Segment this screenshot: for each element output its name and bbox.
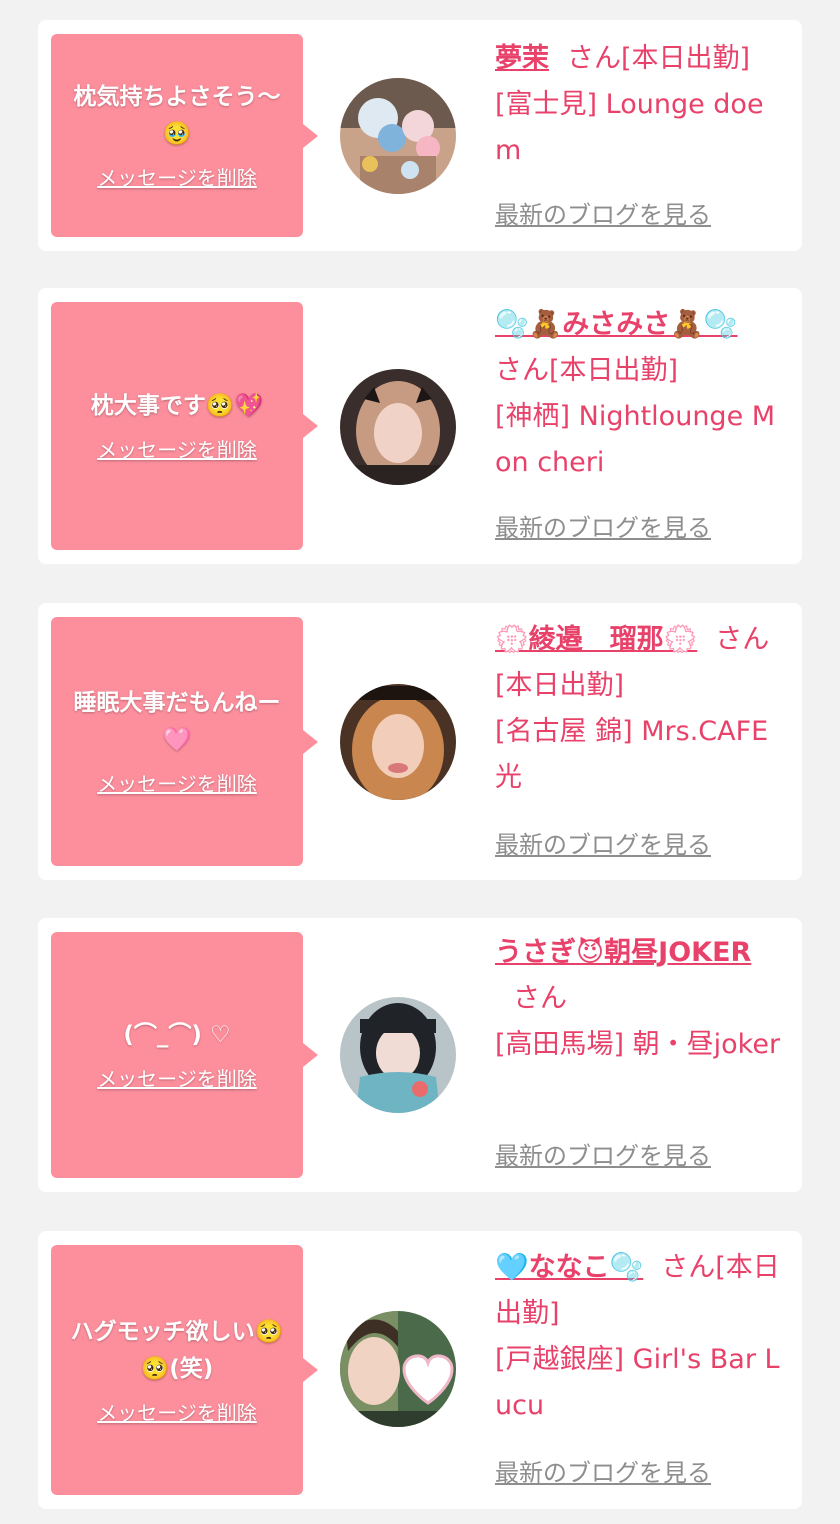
avatar[interactable] bbox=[340, 78, 456, 194]
avatar[interactable] bbox=[340, 369, 456, 485]
delete-message-link[interactable]: メッセージを削除 bbox=[97, 164, 257, 192]
cast-info: 💮綾邉 瑠那💮 さん[本日出勤] [名古屋 錦] Mrs.CAFE 光 bbox=[495, 617, 783, 801]
message-bubble: ハグモッチ欲しい🥺🥺(笑) メッセージを削除 bbox=[51, 1245, 318, 1495]
delete-message-link[interactable]: メッセージを削除 bbox=[97, 436, 257, 464]
latest-blog-link[interactable]: 最新のブログを見る bbox=[495, 199, 711, 231]
shop-name: [神栖] Nightlounge Mon cheri bbox=[495, 401, 776, 478]
message-bubble: (⌒_⌒) ♡ メッセージを削除 bbox=[51, 932, 318, 1178]
cast-name-link[interactable]: うさぎ😈朝昼JOKER bbox=[495, 937, 751, 968]
message-text: 枕気持ちよさそう〜🥹 bbox=[73, 84, 281, 147]
message-list: 枕気持ちよさそう〜🥹 メッセージを削除 夢茉 さん[本日出勤] [富士見] Lou… bbox=[0, 0, 840, 1524]
cast-info: 🩵ななこ🫧 さん[本日出勤] [戸越銀座] Girl's Bar Lucu bbox=[495, 1245, 783, 1429]
shop-name: [高田馬場] 朝・昼joker bbox=[495, 1029, 781, 1060]
message-text: 枕大事です🥺💖 bbox=[90, 393, 264, 419]
delete-message-link[interactable]: メッセージを削除 bbox=[97, 1399, 257, 1427]
cast-info: 🫧🧸みさみさ🧸🫧 さん[本日出勤] [神栖] Nightlounge Mon c… bbox=[495, 302, 783, 486]
delete-message-link[interactable]: メッセージを削除 bbox=[97, 1065, 257, 1093]
latest-blog-link[interactable]: 最新のブログを見る bbox=[495, 512, 711, 544]
latest-blog-link[interactable]: 最新のブログを見る bbox=[495, 1140, 711, 1172]
latest-blog-link[interactable]: 最新のブログを見る bbox=[495, 829, 711, 861]
message-card: (⌒_⌒) ♡ メッセージを削除 うさぎ😈朝昼JOKER さん [高田馬場] 朝・… bbox=[38, 918, 802, 1192]
cast-name-link[interactable]: 💮綾邉 瑠那💮 bbox=[495, 624, 697, 655]
message-text: 睡眠大事だもんねー🩷 bbox=[73, 690, 281, 753]
avatar[interactable] bbox=[340, 997, 456, 1113]
message-card: 枕大事です🥺💖 メッセージを削除 🫧🧸みさみさ🧸🫧 さん[本日出勤] [神栖] … bbox=[38, 288, 802, 564]
message-bubble: 枕気持ちよさそう〜🥹 メッセージを削除 bbox=[51, 34, 318, 237]
cast-status: さん bbox=[513, 983, 567, 1014]
shop-name: [富士見] Lounge doem bbox=[495, 89, 764, 166]
message-bubble: 睡眠大事だもんねー🩷 メッセージを削除 bbox=[51, 617, 318, 866]
avatar[interactable] bbox=[340, 1311, 456, 1427]
cast-name-link[interactable]: 夢茉 bbox=[495, 43, 549, 74]
latest-blog-link[interactable]: 最新のブログを見る bbox=[495, 1457, 711, 1489]
message-card: ハグモッチ欲しい🥺🥺(笑) メッセージを削除 🩵ななこ🫧 さん[本日出勤] [戸越… bbox=[38, 1231, 802, 1509]
message-card: 枕気持ちよさそう〜🥹 メッセージを削除 夢茉 さん[本日出勤] [富士見] Lou… bbox=[38, 20, 802, 251]
cast-name-link[interactable]: 🩵ななこ🫧 bbox=[495, 1252, 643, 1283]
message-text: (⌒_⌒) ♡ bbox=[123, 1022, 231, 1048]
shop-name: [名古屋 錦] Mrs.CAFE 光 bbox=[495, 716, 769, 793]
avatar[interactable] bbox=[340, 684, 456, 800]
message-bubble: 枕大事です🥺💖 メッセージを削除 bbox=[51, 302, 318, 550]
message-card: 睡眠大事だもんねー🩷 メッセージを削除 💮綾邉 瑠那💮 さん[本日出勤] [名古屋… bbox=[38, 603, 802, 880]
shop-name: [戸越銀座] Girl's Bar Lucu bbox=[495, 1344, 780, 1421]
cast-info: 夢茉 さん[本日出勤] [富士見] Lounge doem bbox=[495, 36, 783, 174]
message-text: ハグモッチ欲しい🥺🥺(笑) bbox=[70, 1318, 284, 1382]
cast-status: さん[本日出勤] bbox=[495, 355, 679, 386]
cast-name-link[interactable]: 🫧🧸みさみさ🧸🫧 bbox=[495, 309, 737, 340]
cast-status: さん[本日出勤] bbox=[567, 43, 751, 74]
delete-message-link[interactable]: メッセージを削除 bbox=[97, 770, 257, 798]
cast-info: うさぎ😈朝昼JOKER さん [高田馬場] 朝・昼joker bbox=[495, 930, 783, 1068]
